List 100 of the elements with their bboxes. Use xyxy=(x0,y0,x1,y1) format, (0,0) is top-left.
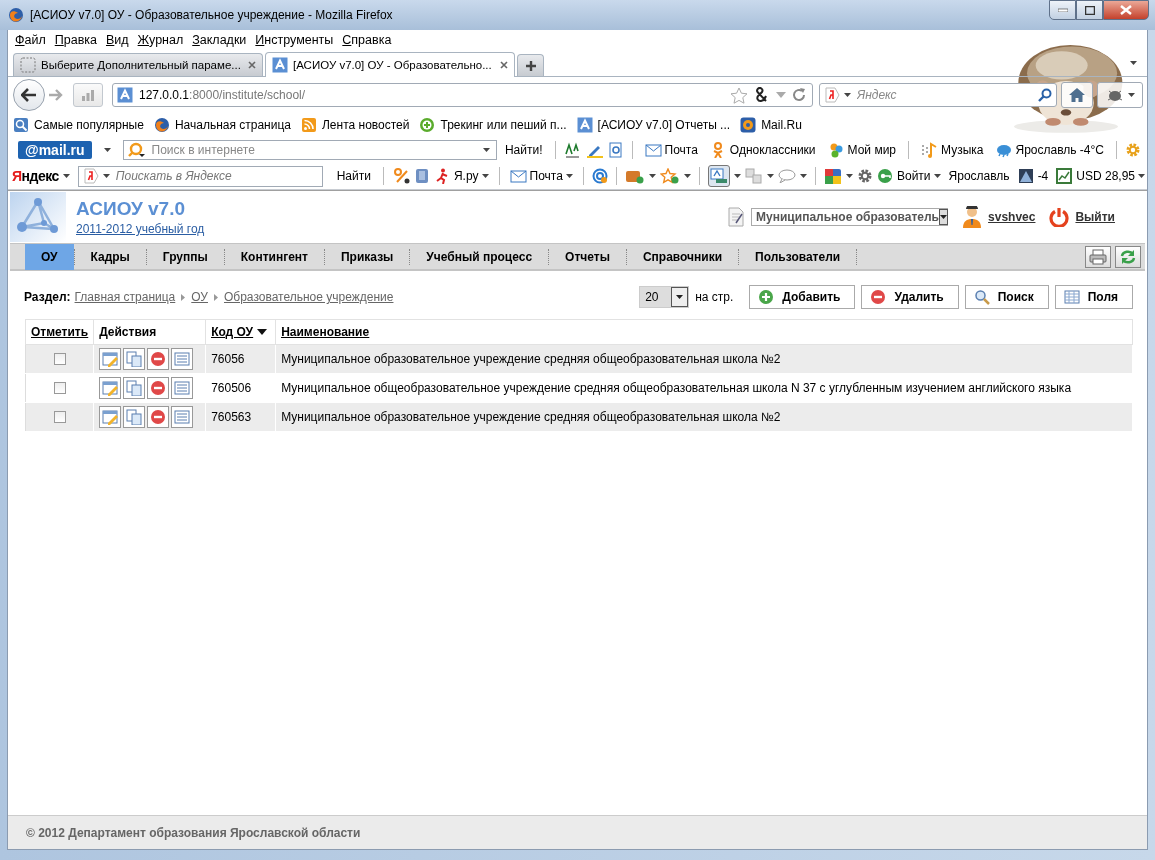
bookmark[interactable]: Самые популярные xyxy=(34,118,144,132)
edit-button[interactable] xyxy=(99,406,122,428)
dropdown-icon[interactable] xyxy=(776,92,786,98)
browser-tab[interactable]: [АСИОУ v7.0] ОУ - Образовательно... xyxy=(265,52,515,77)
bookmark[interactable]: [АСИОУ v7.0] Отчеты ... xyxy=(597,118,731,132)
search-button[interactable]: Поиск xyxy=(964,285,1049,309)
addon-button[interactable] xyxy=(1097,82,1143,108)
firefox-icon[interactable] xyxy=(153,117,170,133)
chart-icon[interactable] xyxy=(1056,168,1074,184)
envelope-icon[interactable] xyxy=(644,142,662,158)
toolbar-link[interactable]: Ярославль -4°C xyxy=(1015,143,1104,157)
fields-button[interactable]: Поля xyxy=(1054,285,1133,309)
bookmark[interactable]: Начальная страница xyxy=(174,118,291,132)
nav-tab[interactable]: ОУ xyxy=(25,243,74,270)
bookmark[interactable]: Лента новостей xyxy=(322,118,410,132)
details-button[interactable] xyxy=(171,406,194,428)
find-button[interactable]: Найти! xyxy=(500,143,547,157)
toolbar-link[interactable]: Мой мир xyxy=(847,143,897,157)
reload-icon[interactable] xyxy=(792,88,806,102)
nav-tab[interactable]: Справочники xyxy=(626,243,739,270)
caret-icon[interactable] xyxy=(734,174,741,178)
toolbar-link[interactable]: USD 28,95 xyxy=(1076,169,1135,183)
close-icon[interactable] xyxy=(500,61,508,69)
address-field[interactable]: 127.0.0.1:8000/institute/school/ xyxy=(112,83,813,107)
caret-icon[interactable] xyxy=(482,148,490,152)
nav-tab[interactable]: Отчеты xyxy=(549,243,626,270)
cube-icon[interactable] xyxy=(824,167,842,185)
font-size-icon[interactable] xyxy=(563,142,582,158)
find-button[interactable]: Найти xyxy=(332,169,375,183)
school-year-link[interactable]: 2011-2012 учебный год xyxy=(76,222,205,236)
nav-tab[interactable]: Учебный процесс xyxy=(410,243,549,270)
page-size-select[interactable]: 20 xyxy=(639,286,690,308)
caret-icon[interactable] xyxy=(102,174,110,178)
site-icon[interactable] xyxy=(576,117,593,133)
signal-button[interactable] xyxy=(73,83,103,107)
search-input[interactable]: Яндекс xyxy=(855,87,1034,103)
menu-item[interactable]: Закладки xyxy=(187,33,251,47)
music-icon[interactable] xyxy=(921,142,939,158)
toolbar-link[interactable]: Почта xyxy=(529,169,563,183)
close-button[interactable] xyxy=(1103,0,1149,20)
caret-icon[interactable] xyxy=(565,174,573,178)
star-icon[interactable] xyxy=(659,168,680,184)
swirl-icon[interactable] xyxy=(591,168,608,184)
caret-icon[interactable] xyxy=(62,174,70,178)
menu-item[interactable]: Правка xyxy=(49,33,101,47)
document-search-icon[interactable] xyxy=(607,142,624,158)
copy-button[interactable] xyxy=(123,377,146,399)
breadcrumb-link[interactable]: Главная страница xyxy=(74,290,176,304)
search-field[interactable]: Поиск в интернете xyxy=(122,140,497,160)
browser-tab[interactable]: Выберите Дополнительный параме... xyxy=(13,53,263,76)
star-icon[interactable] xyxy=(730,86,748,104)
edit-button[interactable] xyxy=(99,348,122,370)
caret-icon[interactable] xyxy=(648,174,656,178)
bookmark[interactable]: Трекинг или пеший п... xyxy=(440,118,567,132)
menu-item[interactable]: Инструменты xyxy=(250,33,338,47)
caret-icon[interactable] xyxy=(844,93,851,97)
search-icon[interactable] xyxy=(1038,88,1052,102)
menu-item[interactable]: Файл xyxy=(10,33,50,47)
translate-button[interactable] xyxy=(707,165,730,187)
copy-button[interactable] xyxy=(123,406,146,428)
breadcrumb-link[interactable]: ОУ xyxy=(191,290,208,304)
add-button[interactable]: Добавить xyxy=(749,285,856,309)
ampersand-icon[interactable] xyxy=(754,87,770,103)
nav-tab[interactable]: Пользователи xyxy=(739,243,857,270)
menu-item[interactable]: Журнал xyxy=(132,33,188,47)
minimize-button[interactable] xyxy=(1049,0,1076,20)
nav-tab[interactable]: Контингент xyxy=(224,243,324,270)
delete-button[interactable]: Удалить xyxy=(861,285,959,309)
menu-item[interactable]: Вид xyxy=(101,33,133,47)
breadcrumb-link[interactable]: Образовательное учреждение xyxy=(224,290,394,304)
nav-tab[interactable]: Кадры xyxy=(74,243,146,270)
print-button[interactable] xyxy=(1085,245,1111,268)
logout-link[interactable]: Выйти xyxy=(1075,210,1115,224)
edit-button[interactable] xyxy=(99,377,122,399)
checkbox[interactable] xyxy=(53,411,66,423)
caret-icon[interactable] xyxy=(767,174,774,178)
organization-select[interactable]: Муниципальное образователь xyxy=(751,208,949,226)
nav-tab[interactable]: Приказы xyxy=(325,243,410,270)
nav-tab[interactable]: Группы xyxy=(146,243,224,270)
details-button[interactable] xyxy=(171,348,194,370)
checkbox[interactable] xyxy=(53,382,66,394)
settings-icon[interactable] xyxy=(857,168,873,184)
toolbar-link[interactable]: Одноклассники xyxy=(729,143,816,157)
caret-icon[interactable] xyxy=(683,174,691,178)
caret-icon[interactable] xyxy=(1130,61,1137,65)
delete-button[interactable] xyxy=(147,348,170,370)
delete-button[interactable] xyxy=(147,406,170,428)
bookmark[interactable]: Mail.Ru xyxy=(761,118,802,132)
new-tab-button[interactable] xyxy=(517,54,544,76)
copy-button[interactable] xyxy=(123,348,146,370)
close-icon[interactable] xyxy=(248,61,256,69)
cloud-icon[interactable] xyxy=(995,142,1013,158)
toolbar-link[interactable]: Музыка xyxy=(941,143,984,157)
caret-icon[interactable] xyxy=(1138,174,1145,178)
forward-icon[interactable] xyxy=(49,89,63,101)
search-icon[interactable] xyxy=(127,142,146,158)
delete-button[interactable] xyxy=(147,377,170,399)
refresh-button[interactable] xyxy=(1115,245,1141,268)
search-field[interactable]: Яндекс xyxy=(819,83,1057,107)
caret-icon[interactable] xyxy=(103,148,111,152)
